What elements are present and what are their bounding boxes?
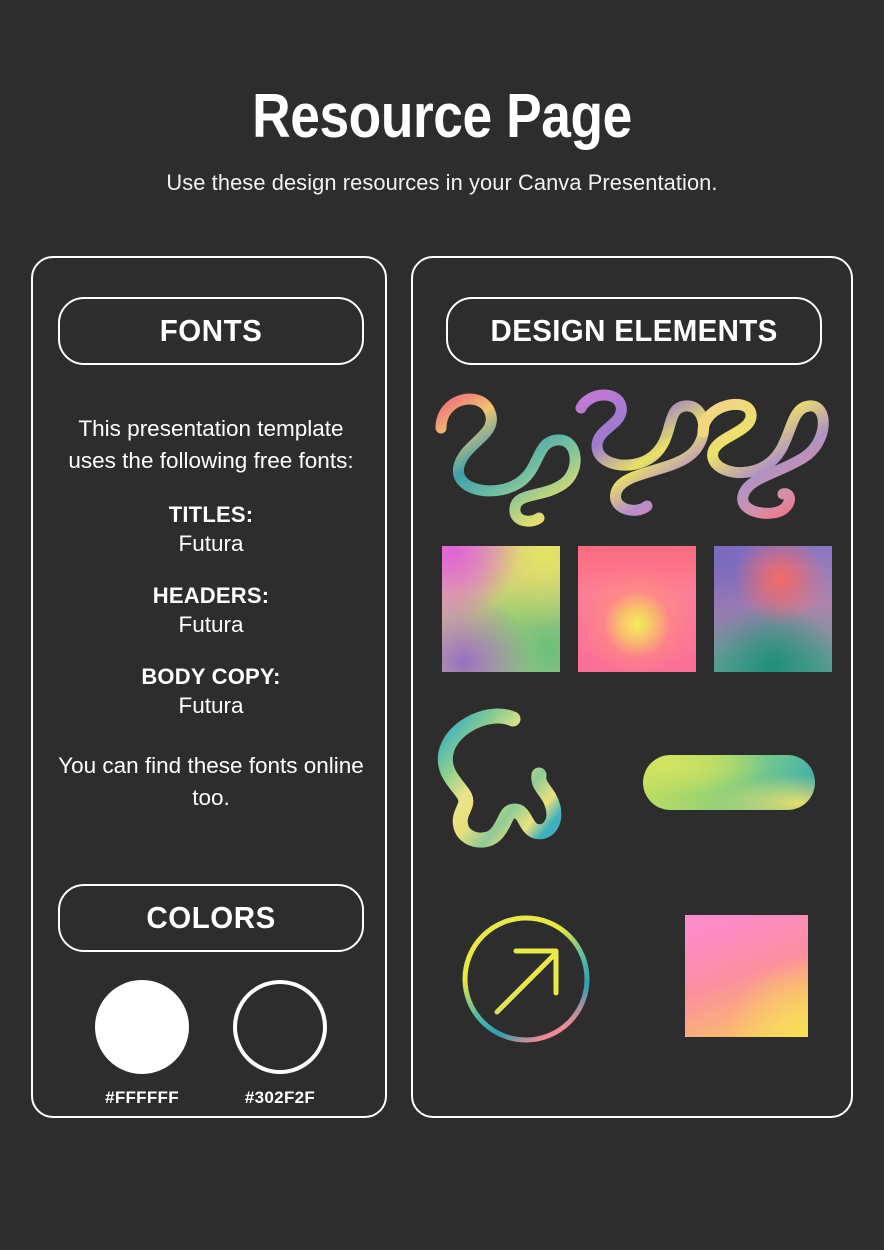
font-entry-body-copy: BODY COPY: Futura	[55, 663, 367, 720]
page-subtitle: Use these design resources in your Canva…	[166, 170, 718, 195]
arrow-shaft	[494, 950, 559, 1015]
page-title: Resource Page	[252, 82, 632, 151]
circle-outline	[462, 915, 590, 1043]
fonts-colors-panel: FONTS This presentation template uses th…	[31, 256, 387, 1118]
gradient-square-swatch[interactable]	[714, 546, 832, 672]
page-header: Resource Page Use these design resources…	[0, 0, 884, 196]
fonts-badge-label: FONTS	[159, 313, 263, 348]
colors-badge-label: COLORS	[146, 900, 276, 935]
fonts-body: This presentation template uses the foll…	[55, 413, 367, 814]
gradient-pill-shape[interactable]	[643, 755, 815, 810]
blob-group	[437, 708, 562, 848]
squiggle-row	[431, 380, 841, 528]
font-role-label: HEADERS:	[152, 583, 270, 608]
fonts-section-badge: FONTS	[58, 297, 364, 365]
font-name-value: Futura	[178, 531, 244, 556]
color-hex-label: #302F2F	[244, 1088, 316, 1107]
color-swatch-white[interactable]: #FFFFFF	[82, 980, 202, 1108]
blob-outline-icon	[437, 708, 562, 848]
color-swatch-row: #FFFFFF #302F2F	[58, 980, 364, 1108]
fonts-outro-text: You can find these fonts online too.	[58, 753, 364, 810]
colors-section-badge: COLORS	[58, 884, 364, 952]
gradient-square-swatch[interactable]	[442, 546, 560, 672]
fonts-intro-text: This presentation template uses the foll…	[68, 416, 354, 473]
font-role-label: TITLES:	[168, 502, 254, 527]
font-entry-headers: HEADERS: Futura	[55, 582, 367, 639]
color-swatch-charcoal[interactable]: #302F2F	[220, 980, 340, 1108]
color-dot-icon	[95, 980, 189, 1074]
design-elements-panel: DESIGN ELEMENTS	[411, 256, 853, 1118]
blob-pill-row	[431, 703, 841, 853]
color-dot-icon	[233, 980, 327, 1074]
font-role-label: BODY COPY:	[141, 664, 281, 689]
design-elements-area	[413, 258, 855, 1120]
gradient-square-swatch[interactable]	[578, 546, 696, 672]
squiggle-group	[435, 389, 829, 527]
squiggle-line-icon	[435, 393, 581, 527]
color-hex-label: #FFFFFF	[105, 1088, 179, 1107]
font-name-value: Futura	[178, 693, 244, 718]
gradient-square-row	[442, 546, 832, 674]
font-entry-titles: TITLES: Futura	[55, 501, 367, 558]
arrow-up-right-circle-icon[interactable]	[455, 908, 597, 1050]
arrow-square-row	[431, 908, 841, 1048]
font-name-value: Futura	[178, 612, 244, 637]
squiggle-line-icon	[575, 389, 709, 516]
gradient-square-swatch[interactable]	[685, 915, 808, 1037]
loop-squiggle-icon	[697, 398, 829, 519]
